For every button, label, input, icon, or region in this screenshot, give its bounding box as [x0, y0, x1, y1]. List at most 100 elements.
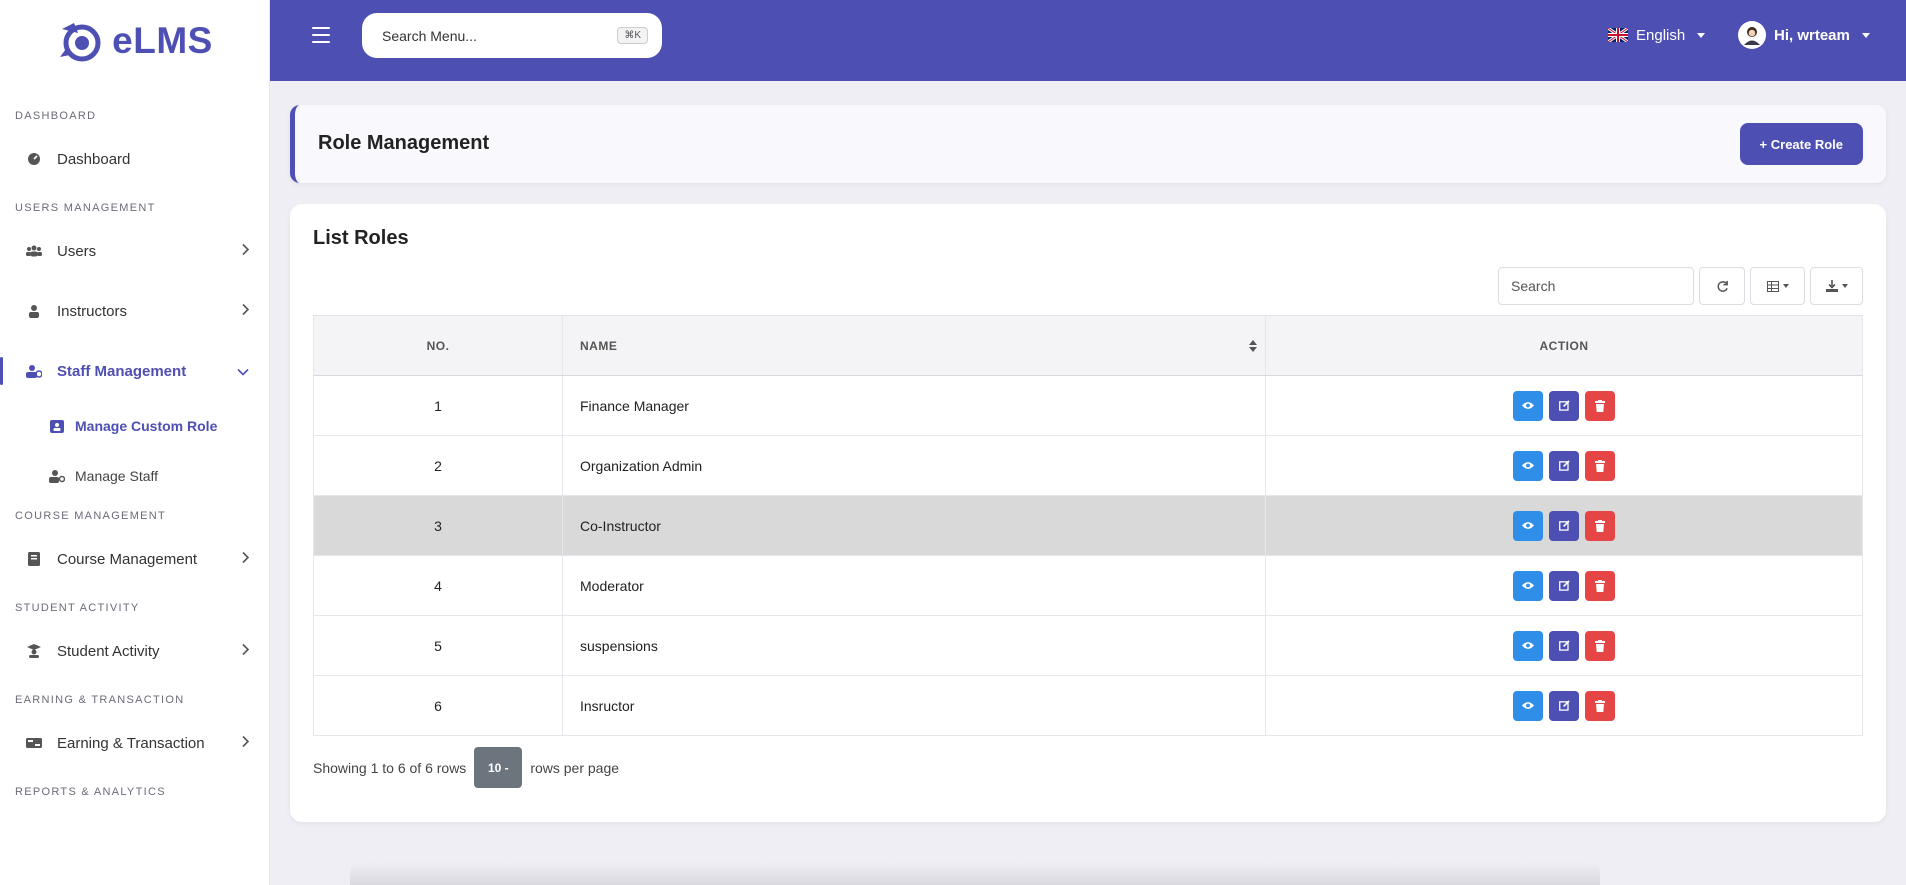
footer [350, 862, 1600, 885]
logo[interactable]: eLMS [0, 0, 269, 81]
sidebar-item-label: Dashboard [57, 150, 131, 168]
staff-icon [26, 363, 42, 379]
sidebar-subitem-manage-staff[interactable]: Manage Staff [0, 451, 269, 501]
user-greeting: Hi, wrteam [1774, 26, 1850, 44]
sidebar-item-label: Users [57, 242, 97, 260]
sidebar-subitem-label: Manage Staff [75, 468, 159, 484]
delete-button[interactable] [1585, 450, 1615, 481]
sidebar-item-users[interactable]: Users [0, 221, 269, 281]
edit-button[interactable] [1549, 570, 1579, 601]
sidebar-subitem-manage-custom-role[interactable]: Manage Custom Role [0, 401, 269, 451]
cell-name: Insructor [562, 675, 1266, 736]
money-icon [26, 735, 42, 751]
eye-icon [1522, 642, 1534, 649]
trash-icon [1595, 699, 1605, 712]
sidebar-item-dashboard[interactable]: Dashboard [0, 129, 269, 189]
search-menu[interactable]: ⌘K [362, 13, 662, 58]
rows-per-page-dropdown[interactable]: 10 - [474, 747, 523, 788]
uk-flag-icon [1608, 28, 1628, 42]
rows-per-page-label: rows per page [530, 759, 620, 776]
column-header-name[interactable]: NAME [562, 315, 1266, 376]
delete-button[interactable] [1585, 690, 1615, 721]
shortcut-badge: ⌘K [617, 27, 648, 44]
cell-no: 5 [313, 615, 563, 676]
delete-button[interactable] [1585, 390, 1615, 421]
cell-name: Moderator [562, 555, 1266, 616]
cell-name: Co-Instructor [562, 495, 1266, 556]
table-header-row: NO. NAME ACTION [313, 315, 1863, 376]
view-button[interactable] [1513, 690, 1543, 721]
sidebar-item-earning-transaction[interactable]: Earning & Transaction [0, 713, 269, 773]
table-search-input[interactable] [1498, 267, 1694, 305]
chevron-right-icon [241, 303, 250, 320]
menu-toggle-icon[interactable] [312, 27, 330, 43]
view-button[interactable] [1513, 570, 1543, 601]
table-row: 3 Co-Instructor [313, 495, 1863, 556]
view-button[interactable] [1513, 390, 1543, 421]
sidebar-subitem-label: Manage Custom Role [75, 418, 218, 434]
chevron-right-icon [241, 551, 250, 568]
columns-toggle-button[interactable] [1750, 267, 1805, 305]
logo-icon [60, 22, 101, 61]
page-header: Role Management + Create Role [290, 105, 1886, 183]
chevron-right-icon [241, 643, 250, 660]
caret-down-icon [1861, 32, 1870, 38]
view-button[interactable] [1513, 630, 1543, 661]
cell-name: Finance Manager [562, 375, 1266, 436]
search-menu-input[interactable] [382, 27, 582, 44]
eye-icon [1522, 462, 1534, 469]
cell-action [1265, 675, 1863, 736]
edit-icon [1558, 580, 1570, 591]
refresh-button[interactable] [1699, 267, 1745, 305]
chevron-down-icon [237, 363, 249, 380]
table-icon [1766, 280, 1779, 292]
section-earning-transaction: EARNING & TRANSACTION [15, 694, 185, 706]
section-student-activity: STUDENT ACTIVITY [15, 602, 140, 614]
sidebar-item-student-activity[interactable]: Student Activity [0, 621, 269, 681]
delete-button[interactable] [1585, 570, 1615, 601]
language-label: English [1636, 26, 1686, 44]
user-menu[interactable]: Hi, wrteam [1738, 20, 1870, 50]
edit-icon [1558, 520, 1570, 531]
view-button[interactable] [1513, 450, 1543, 481]
chevron-right-icon [241, 735, 250, 752]
view-button[interactable] [1513, 510, 1543, 541]
page-title: Role Management [318, 132, 490, 154]
create-role-button[interactable]: + Create Role [1739, 123, 1863, 165]
trash-icon [1595, 639, 1605, 652]
column-header-name-label: NAME [580, 338, 618, 353]
edit-button[interactable] [1549, 450, 1579, 481]
edit-button[interactable] [1549, 390, 1579, 421]
delete-button[interactable] [1585, 510, 1615, 541]
caret-down-icon [1782, 284, 1789, 288]
export-button[interactable] [1810, 267, 1863, 305]
sidebar-item-label: Earning & Transaction [57, 734, 205, 752]
delete-button[interactable] [1585, 630, 1615, 661]
trash-icon [1595, 459, 1605, 472]
roles-card: List Roles NO. NAME ACTION 1Finance [290, 204, 1886, 822]
sidebar-item-course-management[interactable]: Course Management [0, 529, 269, 589]
pagination: Showing 1 to 6 of 6 rows 10 - rows per p… [313, 747, 619, 788]
column-header-action: ACTION [1265, 315, 1863, 376]
cell-action [1265, 435, 1863, 496]
table-row: 1 Finance Manager [313, 375, 1863, 436]
eye-icon [1522, 582, 1534, 589]
edit-button[interactable] [1549, 510, 1579, 541]
sidebar: eLMS DASHBOARD Dashboard USERS MANAGEMEN… [0, 0, 270, 885]
language-selector[interactable]: English [1608, 24, 1706, 46]
roles-table: NO. NAME ACTION 1 Finance Manager 2 Organiz… [313, 315, 1863, 736]
column-header-no[interactable]: NO. [313, 315, 563, 376]
table-row: 6 Insructor [313, 675, 1863, 736]
eye-icon [1522, 522, 1534, 529]
edit-button[interactable] [1549, 630, 1579, 661]
sidebar-item-staff-management[interactable]: Staff Management [0, 341, 269, 401]
cell-action [1265, 555, 1863, 616]
edit-button[interactable] [1549, 690, 1579, 721]
table-row: 2 Organization Admin [313, 435, 1863, 496]
avatar [1738, 21, 1766, 49]
trash-icon [1595, 579, 1605, 592]
eye-icon [1522, 702, 1534, 709]
id-badge-icon [49, 418, 65, 434]
cell-action [1265, 495, 1863, 556]
sidebar-item-instructors[interactable]: Instructors [0, 281, 269, 341]
